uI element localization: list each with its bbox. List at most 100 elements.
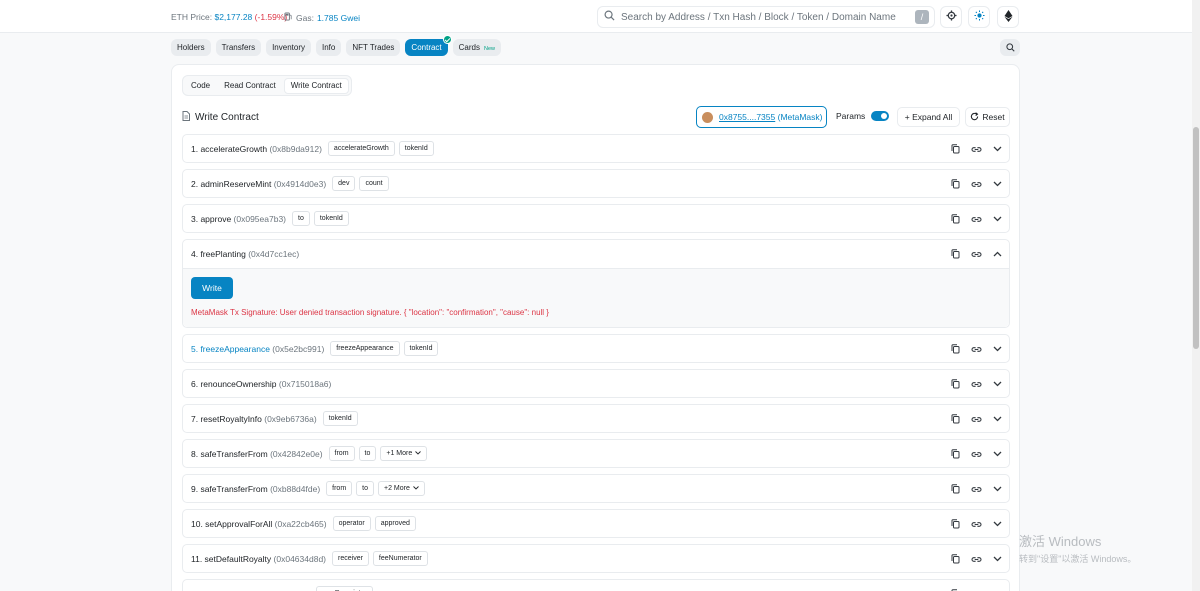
tab-inventory[interactable]: Inventory	[266, 39, 311, 56]
copy-icon[interactable]	[949, 142, 961, 156]
page-scrollbar[interactable]	[1192, 0, 1200, 591]
chevron-down-icon[interactable]	[991, 142, 1003, 156]
watermark-line-1: 激活 Windows	[1019, 534, 1102, 549]
function-name[interactable]: 8. safeTransferFrom (0x42842e0e)	[191, 449, 323, 459]
function-row[interactable]: 11. setDefaultRoyalty (0x04634d8d) receiv…	[182, 544, 1010, 573]
subtab-code[interactable]: Code	[185, 78, 216, 94]
chevron-down-icon[interactable]	[991, 517, 1003, 531]
copy-icon[interactable]	[949, 517, 961, 531]
copy-icon[interactable]	[949, 552, 961, 566]
gas-value[interactable]: 1.785 Gwei	[317, 13, 360, 23]
reset-button[interactable]: Reset	[965, 107, 1010, 127]
connected-wallet-button[interactable]: 0x8755....7355 (MetaMask)	[696, 106, 827, 128]
more-params-label: +2 More	[384, 485, 410, 492]
chevron-down-icon[interactable]	[991, 587, 1003, 591]
new-badge: New	[484, 46, 496, 52]
function-name[interactable]: 2. adminReserveMint (0x4914d0e3)	[191, 179, 326, 189]
function-row[interactable]: 2. adminReserveMint (0x4914d0e3) dev count	[182, 169, 1010, 198]
copy-icon[interactable]	[949, 342, 961, 356]
gas-label: Gas:	[296, 12, 314, 23]
copy-icon[interactable]	[949, 482, 961, 496]
function-name[interactable]: 10. setApprovalForAll (0xa22cb465)	[191, 519, 327, 529]
function-label: 4. freePlanting	[191, 249, 246, 259]
chevron-down-icon[interactable]	[991, 482, 1003, 496]
tab-contract[interactable]: Contract	[405, 35, 452, 56]
tab-nft-trades[interactable]: NFT Trades	[346, 39, 401, 56]
link-icon[interactable]	[970, 587, 982, 591]
link-icon[interactable]	[970, 412, 982, 426]
wallet-avatar	[702, 111, 713, 123]
link-icon[interactable]	[970, 517, 982, 531]
row-actions	[949, 447, 1003, 461]
function-name[interactable]: 5. freezeAppearance (0x5e2bc991)	[191, 344, 324, 354]
network-button[interactable]	[997, 6, 1019, 28]
link-icon[interactable]	[970, 377, 982, 391]
chevron-down-icon[interactable]	[991, 447, 1003, 461]
chevron-down-icon[interactable]	[991, 377, 1003, 391]
write-button[interactable]: Write	[191, 277, 233, 299]
copy-icon[interactable]	[949, 447, 961, 461]
chevron-down-icon[interactable]	[991, 412, 1003, 426]
wallet-address[interactable]: 0x8755....7355	[719, 112, 775, 122]
function-name[interactable]: 7. resetRoyaltyInfo (0x9eb6736a)	[191, 414, 317, 424]
function-name[interactable]: 9. safeTransferFrom (0xb88d4fde)	[191, 484, 320, 494]
chevron-down-icon	[415, 447, 422, 460]
more-params-dropdown[interactable]: +2 More	[378, 481, 425, 496]
chevron-down-icon[interactable]	[991, 342, 1003, 356]
link-icon[interactable]	[970, 342, 982, 356]
more-params-dropdown[interactable]: +1 More	[380, 446, 428, 461]
copy-icon[interactable]	[949, 177, 961, 191]
function-name[interactable]: 3. approve (0x095ea7b3)	[191, 214, 286, 224]
function-row[interactable]: 7. resetRoyaltyInfo (0x9eb6736a) tokenId	[182, 404, 1010, 433]
link-icon[interactable]	[970, 247, 982, 261]
function-name[interactable]: 6. renounceOwnership (0x715018a6)	[191, 379, 331, 389]
chevron-up-icon[interactable]	[991, 247, 1003, 261]
theme-toggle-button[interactable]	[968, 6, 990, 28]
tab-transfers[interactable]: Transfers	[215, 39, 262, 56]
tab-info[interactable]: Info	[315, 39, 342, 56]
chevron-down-icon[interactable]	[991, 177, 1003, 191]
function-row[interactable]: 12. setDescriptor (0x01b9a397)newDescrip…	[182, 579, 1010, 591]
tab-cards[interactable]: Cards New	[452, 39, 502, 56]
link-icon[interactable]	[970, 482, 982, 496]
subtab-write-contract[interactable]: Write Contract	[283, 77, 349, 94]
settings-button[interactable]	[940, 6, 962, 28]
params-toggle[interactable]	[871, 111, 890, 121]
link-icon[interactable]	[970, 447, 982, 461]
function-row[interactable]: 5. freezeAppearance (0x5e2bc991) freezeAp…	[182, 334, 1010, 363]
scrollbar-thumb[interactable]	[1193, 127, 1199, 349]
search-input[interactable]	[621, 11, 911, 23]
function-row[interactable]: 6. renounceOwnership (0x715018a6)	[182, 369, 1010, 398]
copy-icon[interactable]	[949, 247, 961, 261]
param-chip: from	[326, 481, 353, 496]
tab-search-button[interactable]	[1000, 39, 1020, 56]
copy-icon[interactable]	[949, 412, 961, 426]
link-icon[interactable]	[970, 212, 982, 226]
chevron-down-icon[interactable]	[991, 212, 1003, 226]
link-icon[interactable]	[970, 142, 982, 156]
function-row[interactable]: 9. safeTransferFrom (0xb88d4fde) from to +2…	[182, 474, 1010, 503]
function-row[interactable]: 3. approve (0x095ea7b3) to tokenId	[182, 204, 1010, 233]
search-bar[interactable]: /	[597, 6, 935, 28]
expand-all-button[interactable]: + Expand All	[897, 107, 960, 127]
function-row[interactable]: 8. safeTransferFrom (0x42842e0e) from to +1…	[182, 439, 1010, 468]
subtab-read-contract[interactable]: Read Contract	[218, 78, 282, 94]
function-name[interactable]: 1. accelerateGrowth (0x8b9da912)	[191, 144, 322, 154]
function-row[interactable]: 10. setApprovalForAll (0xa22cb465) operat…	[182, 509, 1010, 538]
function-row[interactable]: 1. accelerateGrowth (0x8b9da912) accelera…	[182, 134, 1010, 163]
copy-icon[interactable]	[949, 377, 961, 391]
more-params-label: +1 More	[386, 450, 413, 457]
chevron-down-icon[interactable]	[991, 552, 1003, 566]
function-name[interactable]: 4. freePlanting (0x4d7cc1ec)	[191, 249, 299, 259]
tab-holders[interactable]: Holders	[171, 39, 211, 56]
copy-icon[interactable]	[949, 587, 961, 591]
function-selector: (0x04634d8d)	[273, 553, 327, 564]
copy-icon[interactable]	[949, 212, 961, 226]
link-icon[interactable]	[970, 552, 982, 566]
link-icon[interactable]	[970, 177, 982, 191]
function-row[interactable]: 4. freePlanting (0x4d7cc1ec)	[183, 240, 1009, 269]
function-name[interactable]: 11. setDefaultRoyalty (0x04634d8d)	[191, 554, 326, 564]
param-chip: to	[356, 481, 374, 496]
param-chip: feeNumerator	[372, 551, 428, 566]
eth-price-value[interactable]: $2,177.28	[214, 12, 252, 22]
